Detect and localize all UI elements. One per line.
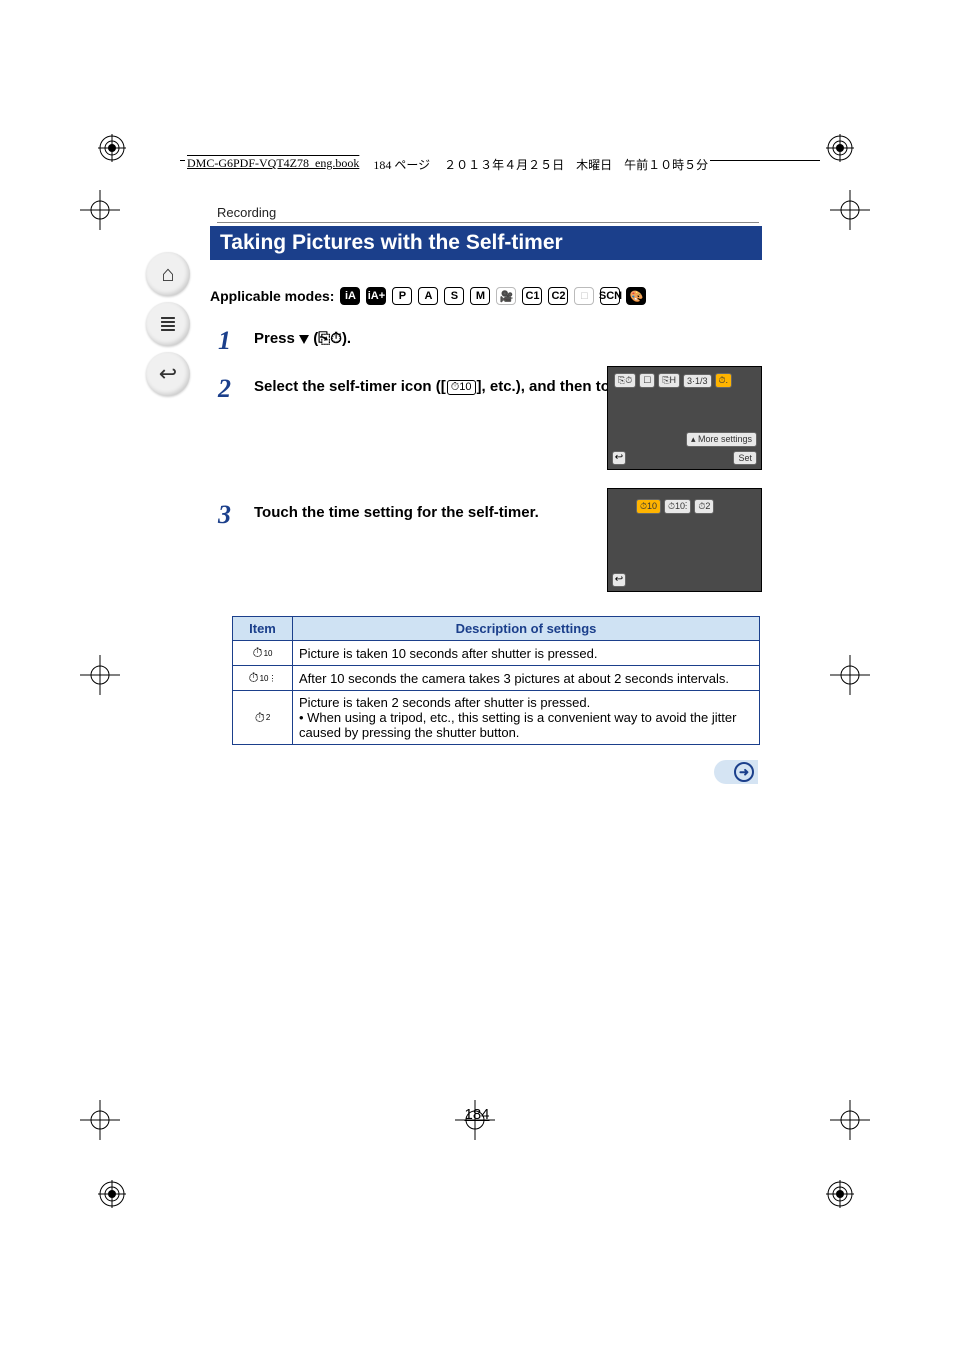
mode-S-icon: S	[444, 287, 464, 305]
table-row: ⏱10⋮ After 10 seconds the camera takes 3…	[233, 666, 760, 691]
mode-C2-icon: C2	[548, 287, 568, 305]
reg-mark	[826, 134, 854, 162]
step-number: 1	[218, 326, 240, 356]
camera-screen-drive-mode: ⎘⏱ ☐ ⎘H 3·1/3 ⏱. More settings Set ↩	[607, 366, 762, 470]
more-settings-button[interactable]: More settings	[686, 432, 757, 447]
menu-icon: ≣	[159, 311, 177, 337]
timer-subscript: 10⋮	[260, 674, 277, 683]
timer-icon: ⏱	[330, 330, 342, 347]
burst-icon: ⎘	[318, 330, 330, 347]
step-text-fragment: (	[309, 330, 318, 347]
camera-screen-timer-options: ⏱10 ⏱10⋮ ⏱2 ↩	[607, 488, 762, 592]
chip-timer-2-icon: ⏱2	[694, 499, 714, 514]
mode-panorama-icon: □	[574, 287, 594, 305]
row-desc: Picture is taken 2 seconds after shutter…	[293, 691, 760, 745]
timer-option-row: ⏱10 ⏱10⋮ ⏱2	[636, 499, 714, 514]
timer-icon: ⏱	[248, 670, 258, 686]
next-page-button[interactable]: ➜	[714, 760, 758, 784]
chip-timer-10-3-icon: ⏱10⋮	[664, 499, 691, 514]
nav-back-button[interactable]: ↩	[146, 352, 190, 396]
reg-mark	[826, 1180, 854, 1208]
back-icon: ↩	[159, 361, 177, 387]
table-row: ⏱10 Picture is taken 10 seconds after sh…	[233, 641, 760, 666]
page-title: Taking Pictures with the Self-timer	[210, 226, 762, 260]
set-button[interactable]: Set	[733, 451, 757, 465]
timer-subscript: 2	[266, 713, 270, 722]
mode-movie-icon: 🎥	[496, 287, 516, 305]
crosshair-mark	[830, 655, 870, 695]
header-date: ２０１３年４月２５日 木曜日 午前１０時５分	[444, 156, 708, 173]
crosshair-mark	[830, 190, 870, 230]
mode-P-icon: P	[392, 287, 412, 305]
nav-menu-button[interactable]: ≣	[146, 302, 190, 346]
home-icon: ⌂	[161, 261, 174, 287]
row-icon-cell: ⏱2	[233, 691, 293, 745]
applicable-modes-label: Applicable modes:	[210, 288, 334, 304]
step-text-fragment: Select the self-timer icon ([	[254, 378, 446, 395]
header-page: 184 ページ	[373, 156, 430, 173]
page-number: 184	[0, 1106, 954, 1123]
mode-iA-icon: iA	[340, 287, 360, 305]
chip-single-icon: ☐	[639, 373, 655, 388]
timer-icon: ⏱	[252, 645, 262, 661]
row-desc: After 10 seconds the camera takes 3 pict…	[293, 666, 760, 691]
reg-mark	[98, 1180, 126, 1208]
step-text-fragment: ).	[342, 330, 351, 347]
timer-icon: ⏱	[255, 710, 265, 726]
applicable-modes-row: Applicable modes: iA iA+ P A S M 🎥 C1 C2…	[210, 287, 646, 305]
table-head-desc: Description of settings	[293, 617, 760, 641]
mode-A-icon: A	[418, 287, 438, 305]
mode-M-icon: M	[470, 287, 490, 305]
print-header: DMC-G6PDF-VQT4Z78_eng.book 184 ページ ２０１３年…	[185, 156, 710, 173]
timer-subscript: 10	[264, 649, 273, 658]
lcd-back-button[interactable]: ↩	[612, 451, 626, 465]
row-icon-cell: ⏱10	[233, 641, 293, 666]
step-number: 3	[218, 500, 240, 530]
header-filename: DMC-G6PDF-VQT4Z78_eng.book	[187, 156, 359, 173]
chip-bracket-icon: 3·1/3	[683, 374, 712, 388]
mode-creative-icon: 🎨	[626, 287, 646, 305]
selftimer-10-icon: ⏱10	[447, 380, 476, 395]
chip-selftimer-icon: ⏱.	[715, 373, 733, 388]
chip-burst-timer-icon: ⎘⏱	[614, 373, 636, 388]
mode-C1-icon: C1	[522, 287, 542, 305]
step-text: Press (⎘⏱).	[254, 326, 760, 356]
nav-home-button[interactable]: ⌂	[146, 252, 190, 296]
crosshair-mark	[80, 655, 120, 695]
row-icon-cell: ⏱10⋮	[233, 666, 293, 691]
chip-burst-h-icon: ⎘H	[658, 373, 680, 388]
mode-SCN-icon: SCN	[600, 287, 620, 305]
settings-table: Item Description of settings ⏱10 Picture…	[232, 616, 760, 745]
drive-mode-chip-row: ⎘⏱ ☐ ⎘H 3·1/3 ⏱.	[614, 373, 732, 388]
down-arrow-icon	[299, 335, 309, 344]
step-1: 1 Press (⎘⏱).	[218, 326, 760, 356]
mode-iAplus-icon: iA+	[366, 287, 386, 305]
table-row: ⏱2 Picture is taken 2 seconds after shut…	[233, 691, 760, 745]
reg-mark	[98, 134, 126, 162]
lcd-back-button[interactable]: ↩	[612, 573, 626, 587]
breadcrumb: Recording	[217, 205, 759, 223]
step-text-fragment: Press	[254, 330, 299, 347]
chip-timer-10-icon: ⏱10	[636, 499, 661, 514]
crosshair-mark	[80, 190, 120, 230]
row-desc: Picture is taken 10 seconds after shutte…	[293, 641, 760, 666]
table-head-item: Item	[233, 617, 293, 641]
step-number: 2	[218, 374, 240, 404]
arrow-right-icon: ➜	[734, 762, 754, 782]
